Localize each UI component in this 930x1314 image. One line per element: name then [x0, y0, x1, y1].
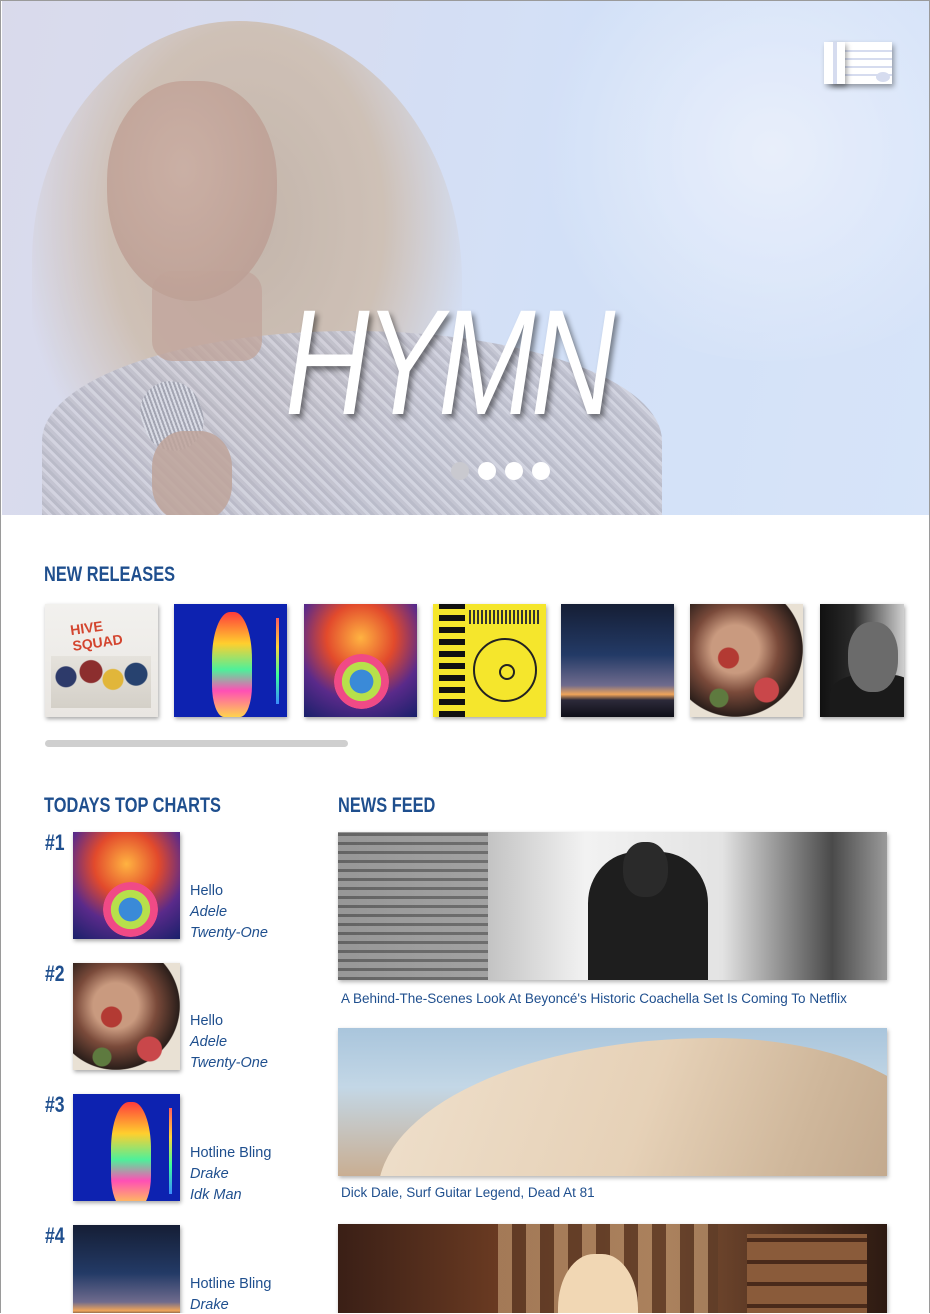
carousel-dot-4[interactable] — [532, 462, 550, 480]
chart-cover-1[interactable] — [73, 832, 180, 939]
chart-cover-2[interactable] — [73, 963, 180, 1070]
carousel-dot-3[interactable] — [505, 462, 523, 480]
news-image-2[interactable] — [338, 1028, 887, 1176]
chart-cover-3[interactable] — [73, 1094, 180, 1201]
chart-song: Hotline Bling — [190, 1145, 272, 1161]
chart-rank: #4 — [45, 1223, 65, 1248]
news-photo — [747, 1234, 867, 1313]
album-art — [83, 993, 178, 1070]
album-cover-1[interactable]: HIVE SQUAD — [45, 604, 158, 717]
chart-album: Twenty-One — [190, 925, 268, 941]
album-cover-7[interactable] — [820, 604, 904, 717]
chart-item-3[interactable]: Hotline Bling Drake Idk Man — [190, 1143, 271, 1206]
chart-item-1[interactable]: Hello Adele Twenty-One — [190, 881, 268, 944]
album-cover-6[interactable] — [690, 604, 803, 717]
carousel-dots — [451, 462, 550, 480]
chart-song: Hello — [190, 1013, 224, 1029]
hero-title: HYMN — [285, 278, 615, 446]
top-charts-heading: TODAYS TOP CHARTS — [44, 794, 221, 817]
album-cover-text: HIVE SQUAD — [69, 617, 124, 654]
logo-letter — [824, 42, 845, 84]
carousel-dot-1[interactable] — [451, 462, 469, 480]
chart-rank: #1 — [45, 830, 65, 855]
album-art — [111, 1102, 151, 1201]
chart-song: Hotline Bling — [190, 1276, 272, 1292]
news-photo — [623, 842, 668, 897]
hymn-logo-icon[interactable] — [824, 38, 894, 86]
releases-scrollbar[interactable] — [45, 740, 348, 747]
album-art — [439, 604, 465, 717]
album-art — [103, 882, 158, 937]
news-photo — [338, 832, 488, 980]
cd-icon — [473, 638, 537, 702]
album-cover-5[interactable] — [561, 604, 674, 717]
app-frame: HYMN NEW RELEASES HIVE SQUAD TODAYS TOP … — [0, 0, 930, 1313]
news-image-1[interactable] — [338, 832, 887, 980]
chart-rank: #2 — [45, 961, 65, 986]
chart-album: Idk Man — [190, 1187, 242, 1203]
album-art — [276, 618, 279, 704]
album-cover-3[interactable] — [304, 604, 417, 717]
album-cover-2[interactable] — [174, 604, 287, 717]
album-art — [334, 654, 389, 709]
chart-artist: Adele — [190, 904, 228, 920]
carousel-dot-2[interactable] — [478, 462, 496, 480]
chart-item-4[interactable]: Hotline Bling Drake — [190, 1274, 271, 1313]
album-art — [700, 634, 795, 714]
new-releases-heading: NEW RELEASES — [44, 563, 176, 586]
chart-artist: Adele — [190, 1034, 228, 1050]
news-image-3[interactable] — [338, 1224, 887, 1313]
chart-item-2[interactable]: Hello Adele Twenty-One — [190, 1011, 268, 1074]
news-feed-heading: NEWS FEED — [338, 794, 436, 817]
album-cover-4[interactable] — [433, 604, 546, 717]
chart-artist: Drake — [190, 1297, 229, 1313]
chart-rank: #3 — [45, 1092, 65, 1117]
chart-album: Twenty-One — [190, 1055, 268, 1071]
news-caption-2[interactable]: Dick Dale, Surf Guitar Legend, Dead At 8… — [341, 1185, 595, 1200]
chart-cover-4[interactable] — [73, 1225, 180, 1313]
news-photo — [378, 1038, 887, 1176]
logo-note — [876, 72, 890, 82]
hero-banner[interactable]: HYMN — [2, 1, 929, 515]
chart-song: Hello — [190, 883, 224, 899]
album-art — [212, 612, 252, 717]
album-art — [469, 610, 539, 624]
chart-artist: Drake — [190, 1166, 229, 1182]
album-art — [169, 1108, 172, 1194]
album-art — [848, 622, 898, 692]
news-caption-1[interactable]: A Behind-The-Scenes Look At Beyoncé's Hi… — [341, 991, 847, 1006]
album-art — [51, 656, 151, 708]
